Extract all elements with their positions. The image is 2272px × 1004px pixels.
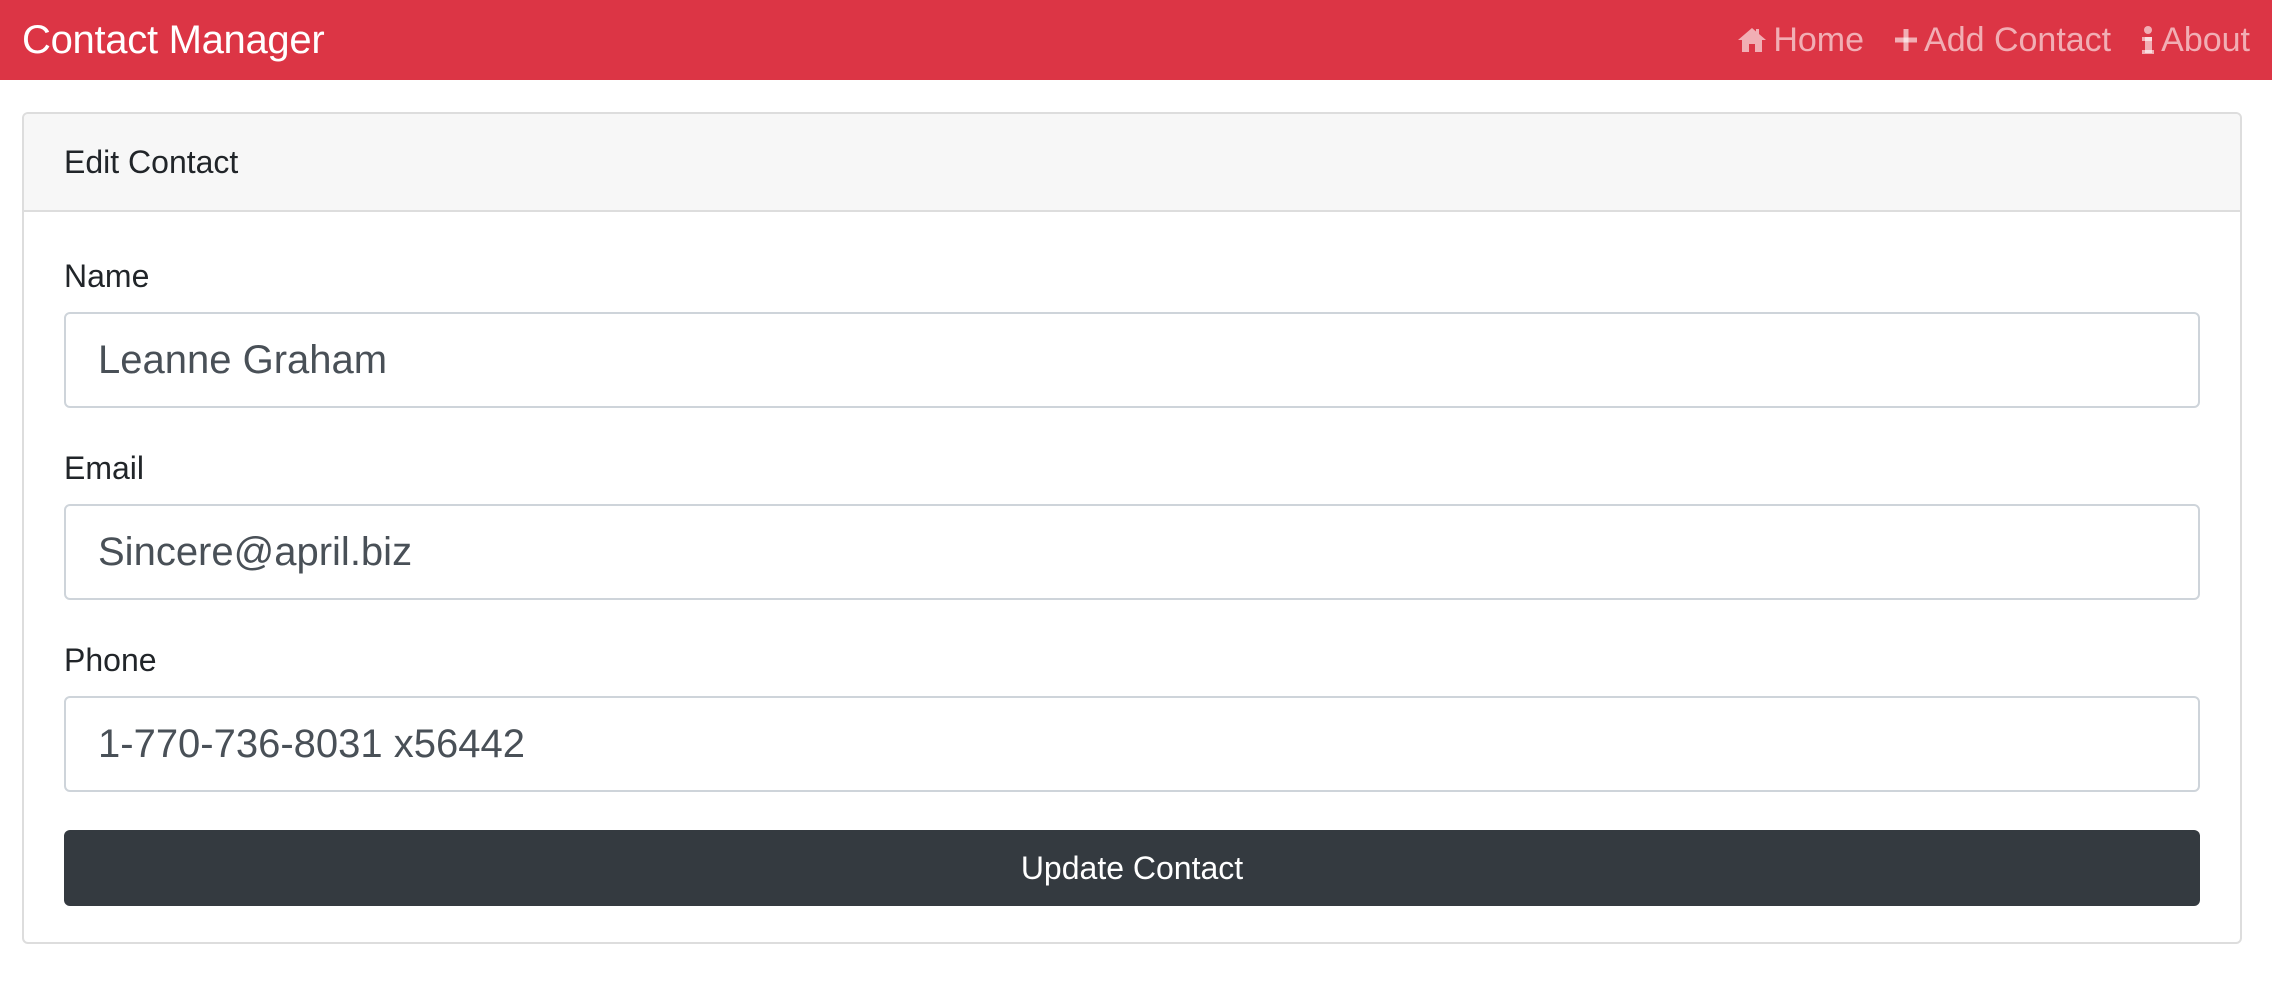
nav-home-link[interactable]: Home [1737,21,1864,60]
home-icon [1737,26,1767,54]
update-contact-button[interactable]: Update Contact [64,830,2200,906]
nav-about-link[interactable]: About [2141,21,2250,60]
name-form-group: Name [64,256,2200,408]
nav-add-contact-link[interactable]: Add Contact [1894,21,2111,60]
email-input[interactable] [64,504,2200,600]
navbar: Contact Manager Home Add Contact About [0,0,2272,80]
nav-add-contact-label: Add Contact [1924,20,2112,59]
edit-contact-card: Edit Contact Name Email Phone Update Con… [22,112,2242,944]
name-label: Name [64,258,150,294]
plus-icon [1894,28,1918,52]
nav-home-label: Home [1773,20,1865,59]
nav-about-label: About [2161,20,2250,59]
name-input[interactable] [64,312,2200,408]
phone-form-group: Phone [64,640,2200,792]
email-form-group: Email [64,448,2200,600]
info-icon [2141,25,2155,55]
phone-label: Phone [64,642,157,678]
email-label: Email [64,450,145,486]
brand-link[interactable]: Contact Manager [22,18,325,63]
card-header: Edit Contact [24,114,2240,212]
phone-input[interactable] [64,696,2200,792]
nav-links: Home Add Contact About [1737,21,2250,60]
